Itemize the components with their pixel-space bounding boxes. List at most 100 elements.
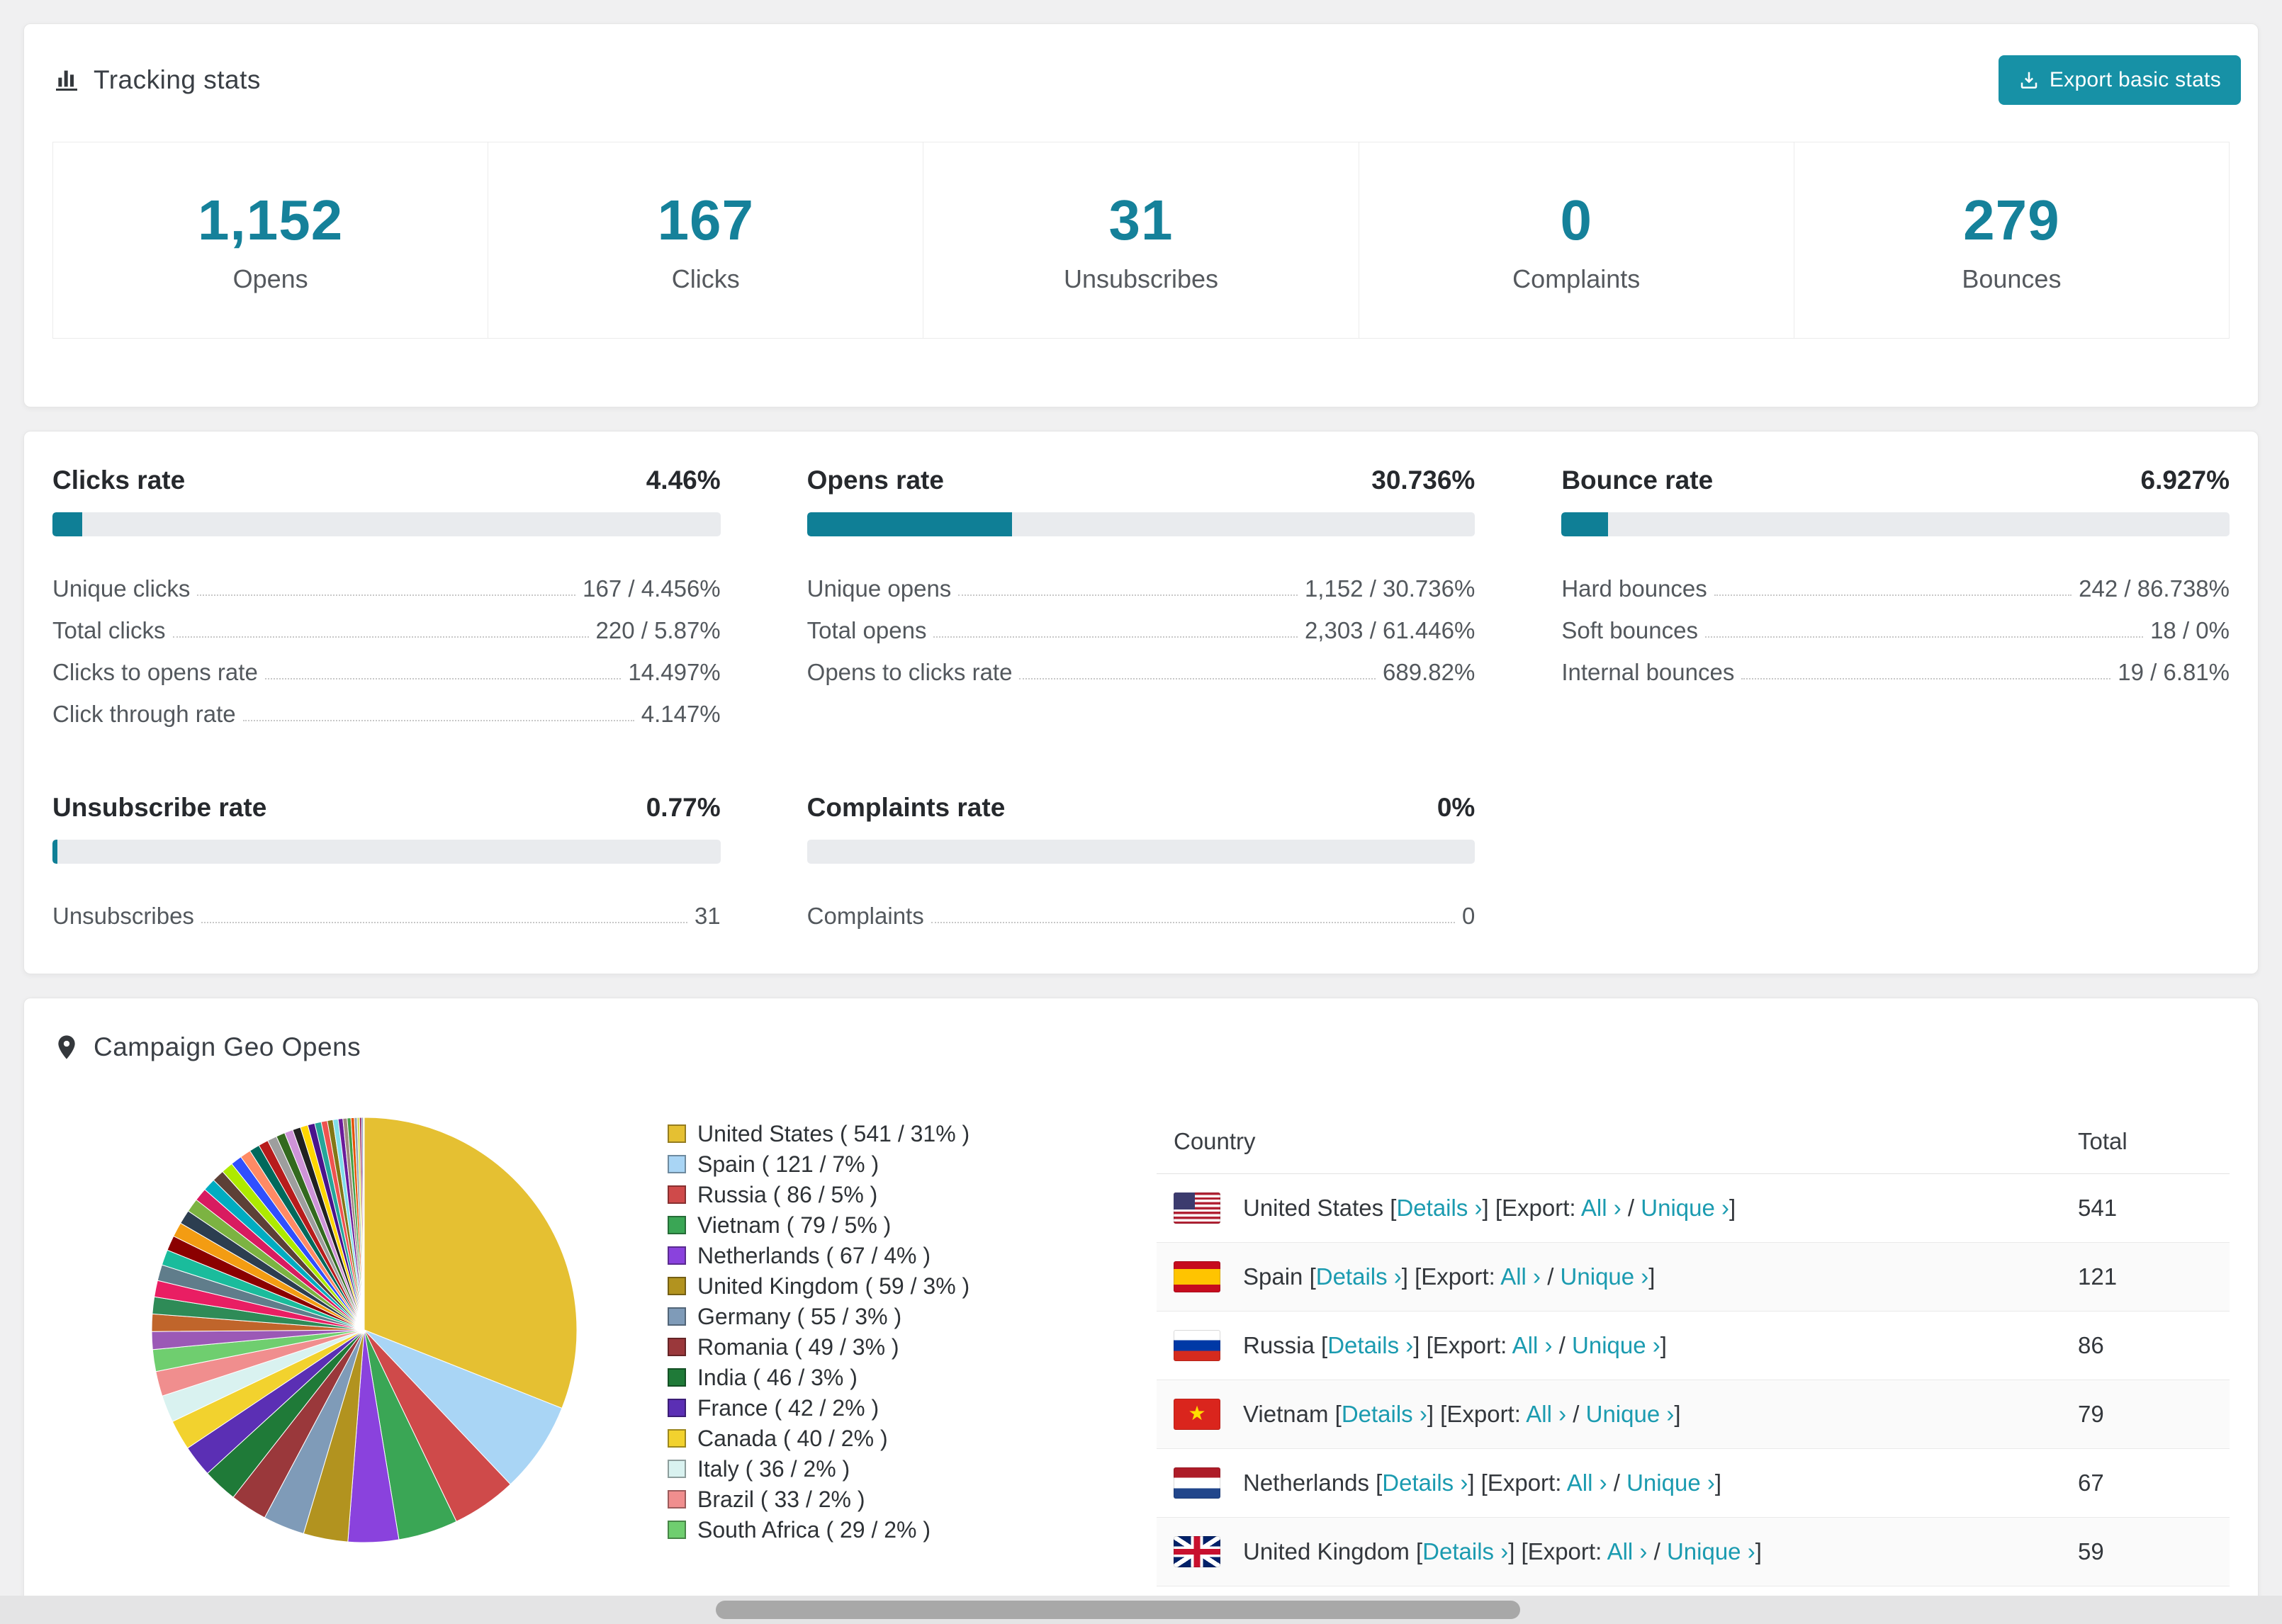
rate-row: Unique clicks 167 / 4.456% [52,560,721,602]
rate-row: Hard bounces 242 / 86.738% [1561,560,2230,602]
rate-row-value: 689.82% [1383,659,1476,685]
rate-percent: 6.927% [2140,466,2230,495]
rate-title: Opens rate [806,466,944,495]
rate-row-label: Opens to clicks rate [806,659,1013,685]
tracking-stats-header: Tracking stats Export basic stats [24,24,2258,142]
rate-title: Clicks rate [52,466,186,495]
horizontal-scrollbar-track[interactable] [0,1596,2282,1624]
details-link[interactable]: Details › [1422,1538,1508,1564]
total-header: Total [2078,1127,2128,1154]
rate-row-label: Total opens [806,617,927,643]
progress-bar [52,840,721,864]
rate-row: Click through rate 4.147% [52,686,721,728]
stat-value: 1,152 [198,188,344,252]
legend-swatch [668,1277,686,1295]
bracket-text: ] [Export: [1482,1195,1581,1221]
country-cell: Russia [Details ›] [Export: All › / Uniq… [1174,1330,2078,1361]
country-text: Spain [Details ›] [Export: All › / Uniqu… [1243,1263,1655,1290]
export-unique-link[interactable]: Unique › [1561,1263,1649,1290]
rate-percent: 30.736% [1371,466,1476,495]
rate-block: Complaints rate 0% Complaints 0 [806,793,1476,930]
legend-item: Canada ( 40 / 2% ) [668,1423,1050,1454]
bracket-text: ] [Export: [1508,1538,1607,1564]
rate-block: Clicks rate 4.46% Unique clicks 167 / 4.… [52,466,721,728]
details-link[interactable]: Details › [1327,1332,1413,1358]
rate-row-label: Hard bounces [1561,575,1707,602]
table-row: United States [Details ›] [Export: All ›… [1157,1174,2230,1243]
legend-label: Canada ( 40 / 2% ) [697,1426,888,1451]
rate-rows: Hard bounces 242 / 86.738% Soft bounces … [1561,560,2230,686]
legend-swatch [668,1246,686,1265]
export-all-link[interactable]: All › [1567,1470,1607,1496]
country-flag-icon [1174,1536,1220,1567]
geo-table-header: Country Total [1157,1109,2230,1174]
rate-row-label: Clicks to opens rate [52,659,258,685]
legend-item: Netherlands ( 67 / 4% ) [668,1241,1050,1271]
bracket-text: ] [1714,1470,1721,1496]
rate-row-label: Click through rate [52,701,236,727]
export-icon [2020,72,2038,89]
rate-title: Complaints rate [806,793,1006,822]
country-cell: United Kingdom [Details ›] [Export: All … [1174,1536,2078,1567]
export-unique-link[interactable]: Unique › [1641,1195,1729,1221]
stat-value: 279 [1963,188,2060,252]
legend-item: United States ( 541 / 31% ) [668,1119,1050,1149]
total-value: 67 [2078,1470,2104,1496]
legend-item: France ( 42 / 2% ) [668,1393,1050,1423]
rate-head: Opens rate 30.736% [807,466,1476,495]
legend-label: Spain ( 121 / 7% ) [697,1151,879,1177]
table-row: Vietnam [Details ›] [Export: All › / Uni… [1157,1380,2230,1449]
geo-table: Country Total United States [Details ›] … [1157,1109,2230,1624]
export-all-link[interactable]: All › [1607,1538,1648,1564]
rate-head: Complaints rate 0% [807,793,1476,823]
rate-rows: Unique opens 1,152 / 30.736% Total opens… [807,560,1476,686]
stats-row: 1,152 Opens 167 Clicks 31 Unsubscribes 0… [52,142,2230,339]
export-unique-link[interactable]: Unique › [1626,1470,1715,1496]
rate-row-label: Unsubscribes [52,903,194,929]
legend-label: Italy ( 36 / 2% ) [697,1456,850,1482]
details-link[interactable]: Details › [1396,1195,1482,1221]
details-link[interactable]: Details › [1382,1470,1468,1496]
export-all-link[interactable]: All › [1500,1263,1541,1290]
country-cell: Vietnam [Details ›] [Export: All › / Uni… [1174,1399,2078,1430]
horizontal-scrollbar-thumb[interactable] [716,1601,1520,1619]
country-cell: United States [Details ›] [Export: All ›… [1174,1192,2078,1224]
export-basic-stats-button[interactable]: Export basic stats [1998,55,2241,105]
country-text: United States [Details ›] [Export: All ›… [1243,1195,1736,1222]
dotted-leader [1704,636,2144,638]
stat-value: 167 [657,188,755,252]
export-all-link[interactable]: All › [1581,1195,1621,1221]
rate-row-label: Unique clicks [52,575,191,602]
bracket-text: ] [1674,1401,1681,1427]
stat-value: 0 [1560,188,1592,252]
country-name: Spain [1243,1263,1303,1290]
export-all-link[interactable]: All › [1526,1401,1566,1427]
country-name: Netherlands [1243,1470,1369,1496]
bracket-text: ] [Export: [1413,1332,1512,1358]
country-header: Country [1174,1127,1256,1154]
geo-title-label: Campaign Geo Opens [94,1032,361,1061]
geo-table-body: United States [Details ›] [Export: All ›… [1157,1174,2230,1624]
export-all-link[interactable]: All › [1512,1332,1553,1358]
bracket-text: ] [1729,1195,1736,1221]
rates-grid: Clicks rate 4.46% Unique clicks 167 / 4.… [52,466,2230,930]
details-link[interactable]: Details › [1316,1263,1402,1290]
progress-bar [52,512,721,536]
tracking-stats-card: Tracking stats Export basic stats 1,152 … [23,23,2259,407]
details-link[interactable]: Details › [1342,1401,1427,1427]
geo-title: Campaign Geo Opens [52,1032,2230,1062]
country-text: Netherlands [Details ›] [Export: All › /… [1243,1470,1721,1496]
rate-rows: Unsubscribes 31 [52,888,721,930]
export-unique-link[interactable]: Unique › [1667,1538,1755,1564]
legend-swatch [668,1155,686,1173]
rate-row: Internal bounces 19 / 6.81% [1561,644,2230,686]
total-value: 121 [2078,1263,2118,1290]
export-unique-link[interactable]: Unique › [1586,1401,1675,1427]
country-flag-icon [1174,1399,1220,1430]
rate-rows: Unique clicks 167 / 4.456% Total clicks … [52,560,721,728]
rate-row: Unique opens 1,152 / 30.736% [807,560,1476,602]
pie-wrap [143,1109,585,1555]
export-unique-link[interactable]: Unique › [1572,1332,1660,1358]
rate-row: Unsubscribes 31 [52,888,721,930]
dotted-leader [931,922,1455,923]
